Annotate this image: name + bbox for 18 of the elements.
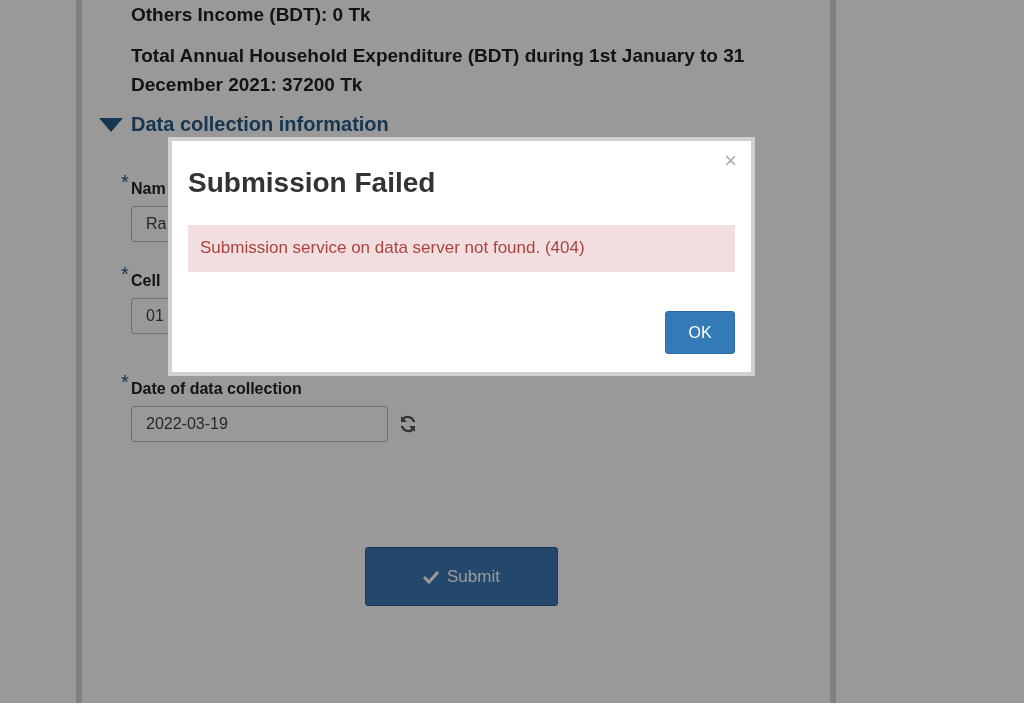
field-label: Cell <box>131 271 161 291</box>
date-field[interactable]: 2022-03-19 <box>131 406 388 442</box>
field-label: Nam <box>131 179 166 199</box>
dialog-title: Submission Failed <box>188 167 437 199</box>
section-title[interactable]: Data collection information <box>131 113 389 136</box>
required-mark: * <box>121 266 130 282</box>
refresh-icon[interactable] <box>398 414 418 434</box>
field-label: Date of data collection <box>131 379 302 399</box>
submit-button[interactable]: Submit <box>365 547 558 606</box>
required-mark: * <box>121 174 130 190</box>
summary-text: Others Income (BDT): 0 Tk <box>131 3 372 27</box>
caret-icon[interactable] <box>99 117 123 132</box>
error-message: Submission service on data server not found. (404) <box>188 225 735 272</box>
summary-text: Total Annual Household Expenditure (BDT) during 1st January to 31 December 2021: 37200 Tk <box>131 44 746 97</box>
close-button[interactable]: × <box>724 149 737 173</box>
check-icon <box>423 569 440 584</box>
ok-button[interactable]: OK <box>665 311 735 354</box>
required-mark: * <box>121 374 130 390</box>
